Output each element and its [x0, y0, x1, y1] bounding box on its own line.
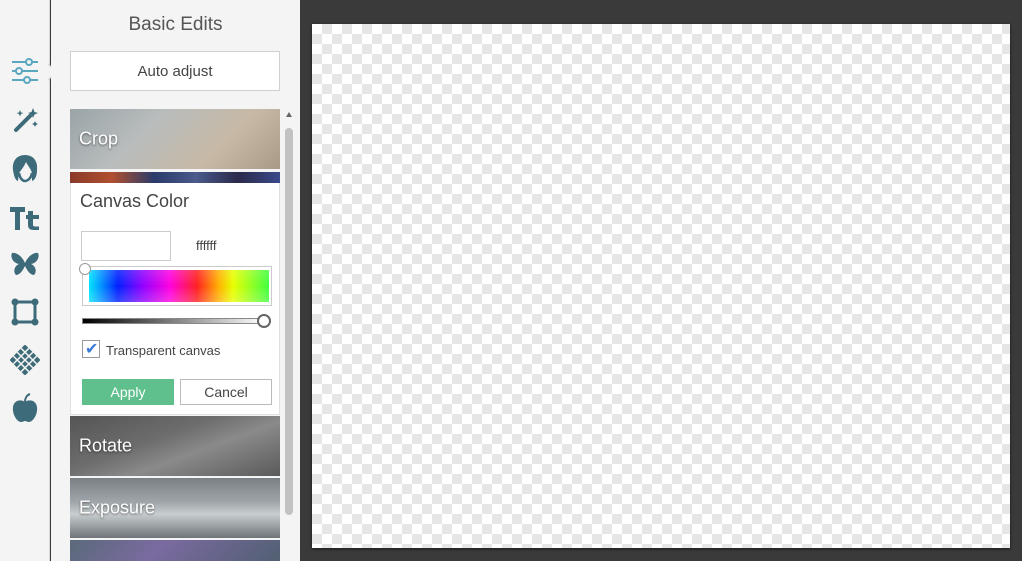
textures-tool[interactable]	[0, 338, 50, 382]
hue-picker[interactable]	[82, 266, 272, 306]
hue-handle[interactable]	[79, 263, 91, 275]
edits-list: Crop Canvas Color ffffff ✔ Transparent c…	[70, 109, 281, 561]
section-rotate-label: Rotate	[79, 435, 133, 456]
checkmark-icon: ✔	[85, 339, 99, 358]
butterfly-icon	[11, 252, 39, 275]
panel-title: Basic Edits	[128, 14, 223, 35]
frame-icon	[11, 298, 39, 326]
apple-icon	[12, 393, 38, 422]
scroll-up-arrow-icon[interactable]	[286, 112, 292, 117]
text-icon	[10, 207, 39, 230]
touch-up-tool[interactable]	[0, 146, 50, 190]
cancel-button[interactable]: Cancel	[180, 379, 272, 405]
panel-scrollbar[interactable]	[284, 112, 294, 561]
color-swatch[interactable]	[81, 231, 171, 261]
face-icon	[12, 155, 38, 183]
section-crop-label: Crop	[79, 128, 119, 149]
brightness-slider[interactable]	[82, 318, 264, 324]
section-crop[interactable]: Crop	[70, 109, 280, 169]
apply-button[interactable]: Apply	[82, 379, 174, 405]
sliders-icon	[12, 58, 38, 84]
basic-edits-tool[interactable]	[0, 49, 50, 93]
frames-tool[interactable]	[0, 290, 50, 334]
themes-tool[interactable]	[0, 386, 50, 430]
effects-tool[interactable]	[0, 98, 50, 142]
workspace	[300, 0, 1022, 561]
section-color-strip	[70, 172, 280, 183]
texture-icon	[10, 345, 40, 375]
text-tool[interactable]	[0, 196, 50, 240]
tool-rail	[0, 0, 57, 561]
magic-wand-icon	[14, 108, 38, 132]
transparent-canvas-checkbox[interactable]: ✔	[82, 339, 100, 358]
canvas-color-title: Canvas Color	[80, 191, 190, 211]
section-rotate[interactable]: Rotate	[70, 416, 280, 476]
section-exposure-label: Exposure	[79, 497, 156, 518]
section-next[interactable]	[70, 540, 280, 561]
hex-value[interactable]: ffffff	[196, 238, 217, 253]
brightness-handle[interactable]	[257, 314, 271, 328]
auto-adjust-button[interactable]: Auto adjust	[70, 51, 280, 91]
transparent-canvas[interactable]	[312, 24, 1010, 548]
hue-gradient	[89, 270, 269, 302]
transparent-canvas-label: Transparent canvas	[106, 343, 221, 358]
scroll-thumb[interactable]	[285, 128, 293, 515]
section-exposure[interactable]: Exposure	[70, 478, 280, 538]
overlays-tool[interactable]	[0, 242, 50, 286]
canvas-color-panel: Canvas Color ffffff ✔ Transparent canvas…	[70, 183, 280, 415]
